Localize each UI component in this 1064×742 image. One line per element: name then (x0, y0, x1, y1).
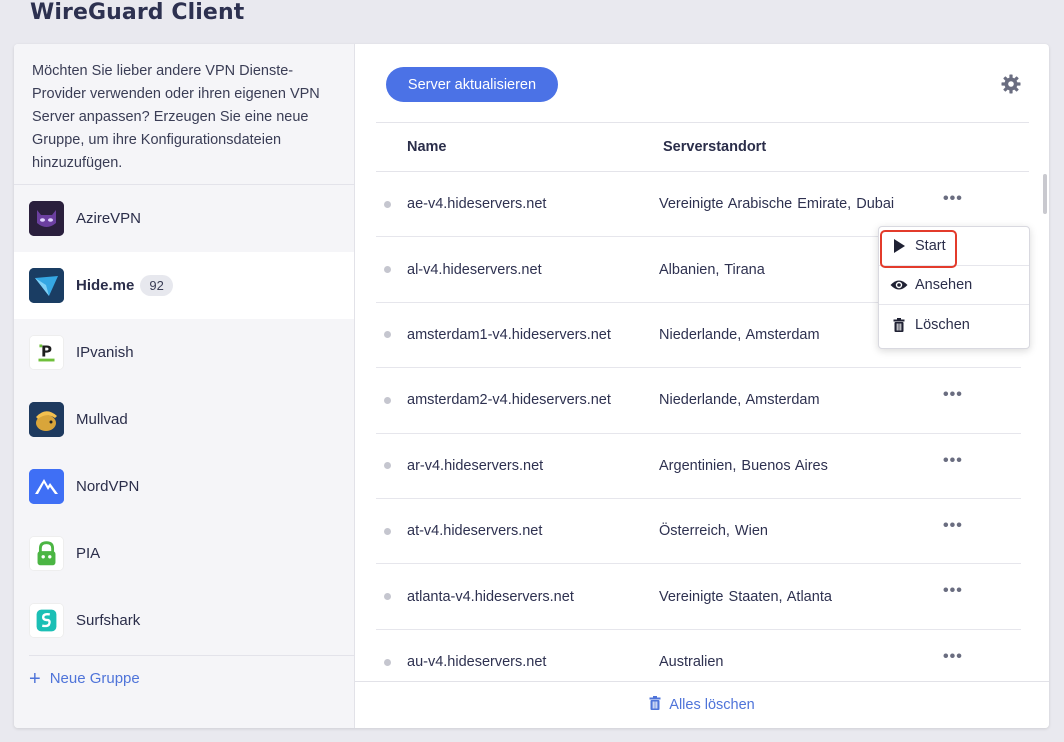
trash-icon (649, 696, 661, 714)
pia-logo-icon (29, 536, 64, 571)
table-row[interactable]: ar-v4.hideservers.net Argentinien, Bueno… (376, 434, 1021, 499)
group-label: AzireVPN (76, 210, 142, 227)
more-options-icon[interactable]: ••• (943, 387, 963, 403)
status-dot-icon (384, 658, 391, 666)
server-location: Albanien, Tirana (659, 261, 765, 278)
group-label: PIA (76, 545, 101, 562)
sidebar-intro-text: Möchten Sie lieber andere VPN Dienste-Pr… (14, 44, 354, 185)
table-row[interactable]: atlanta-v4.hideservers.net Vereinigte St… (376, 564, 1021, 630)
server-name: amsterdam1-v4.hideservers.net (407, 326, 611, 343)
more-options-icon[interactable]: ••• (943, 452, 963, 468)
azirevpn-logo-icon (29, 201, 64, 236)
menu-item-delete[interactable]: Löschen (879, 305, 1029, 344)
server-name: au-v4.hideservers.net (407, 654, 547, 671)
main-window: Möchten Sie lieber andere VPN Dienste-Pr… (14, 44, 1049, 728)
server-name: amsterdam2-v4.hideservers.net (407, 392, 611, 409)
surfshark-logo-icon (29, 603, 64, 638)
sidebar-group-azirevpn[interactable]: AzireVPN (14, 185, 354, 252)
sidebar-divider (29, 655, 354, 656)
start-highlight-box (880, 230, 957, 268)
column-header-name: Name (407, 139, 447, 155)
new-group-button[interactable]: + Neue Gruppe (29, 667, 140, 690)
new-group-label: Neue Gruppe (49, 670, 140, 687)
status-dot-icon (384, 331, 391, 339)
app-title: WireGuard Client (30, 0, 245, 25)
clear-all-button[interactable]: Alles löschen (355, 681, 1049, 728)
group-label: NordVPN (76, 478, 140, 495)
status-dot-icon (384, 266, 391, 274)
eye-icon (890, 279, 908, 291)
refresh-servers-button[interactable]: Server aktualisieren (386, 67, 558, 102)
server-location: Niederlande, Amsterdam (659, 326, 820, 343)
server-location: Niederlande, Amsterdam (659, 392, 820, 409)
sidebar-group-pia[interactable]: PIA (14, 520, 354, 587)
group-label: IPvanish (76, 344, 134, 361)
group-count-badge: 92 (140, 275, 173, 296)
sidebar-group-surfshark[interactable]: Surfshark (14, 587, 354, 654)
server-panel: Server aktualisieren Name Serverstandort… (355, 44, 1049, 728)
server-location: Vereinigte Arabische Emirate, Dubai (659, 196, 895, 213)
status-dot-icon (384, 462, 391, 470)
server-location: Argentinien, Buenos Aires (659, 457, 828, 474)
server-name: ae-v4.hideservers.net (407, 196, 547, 213)
group-label: Surfshark (76, 612, 141, 629)
server-name: at-v4.hideservers.net (407, 523, 543, 540)
status-dot-icon (384, 200, 391, 208)
group-label: Hide.me (76, 277, 135, 294)
server-name: al-v4.hideservers.net (407, 261, 542, 278)
status-dot-icon (384, 593, 391, 601)
gear-icon[interactable] (1001, 74, 1021, 94)
nordvpn-logo-icon (29, 469, 64, 504)
more-options-icon[interactable]: ••• (943, 191, 963, 207)
server-name: atlanta-v4.hideservers.net (407, 588, 574, 605)
sidebar-group-ipvanish[interactable]: P IPvanish (14, 319, 354, 386)
trash-icon (890, 317, 908, 332)
server-location: Australien (659, 654, 724, 671)
status-dot-icon (384, 527, 391, 535)
server-location: Vereinigte Staaten, Atlanta (659, 588, 832, 605)
status-dot-icon (384, 396, 391, 404)
ipvanish-logo-icon: P (29, 335, 64, 370)
table-row[interactable]: at-v4.hideservers.net Österreich, Wien •… (376, 499, 1021, 565)
table-row[interactable]: amsterdam2-v4.hideservers.net Niederland… (376, 368, 1021, 434)
menu-item-label: Löschen (915, 316, 970, 333)
menu-item-view[interactable]: Ansehen (879, 266, 1029, 305)
clear-all-label: Alles löschen (669, 697, 755, 713)
sidebar-group-nordvpn[interactable]: NordVPN (14, 453, 354, 520)
menu-item-label: Ansehen (915, 277, 973, 293)
more-options-icon[interactable]: ••• (943, 517, 963, 533)
group-label: Mullvad (76, 411, 128, 428)
server-name: ar-v4.hideservers.net (407, 457, 544, 474)
mullvad-logo-icon (29, 402, 64, 437)
plus-icon: + (29, 667, 41, 690)
more-options-icon[interactable]: ••• (943, 583, 963, 599)
table-header: Name Serverstandort (376, 122, 1029, 172)
sidebar-group-hideme[interactable]: Hide.me 92 (14, 252, 354, 319)
sidebar: Möchten Sie lieber andere VPN Dienste-Pr… (14, 44, 355, 728)
svg-text:P: P (41, 343, 52, 361)
server-location: Österreich, Wien (659, 523, 768, 540)
column-header-location: Serverstandort (663, 139, 767, 155)
scrollbar[interactable] (1043, 174, 1047, 214)
more-options-icon[interactable]: ••• (943, 648, 963, 664)
hideme-logo-icon (29, 268, 64, 303)
sidebar-group-mullvad[interactable]: Mullvad (14, 386, 354, 453)
